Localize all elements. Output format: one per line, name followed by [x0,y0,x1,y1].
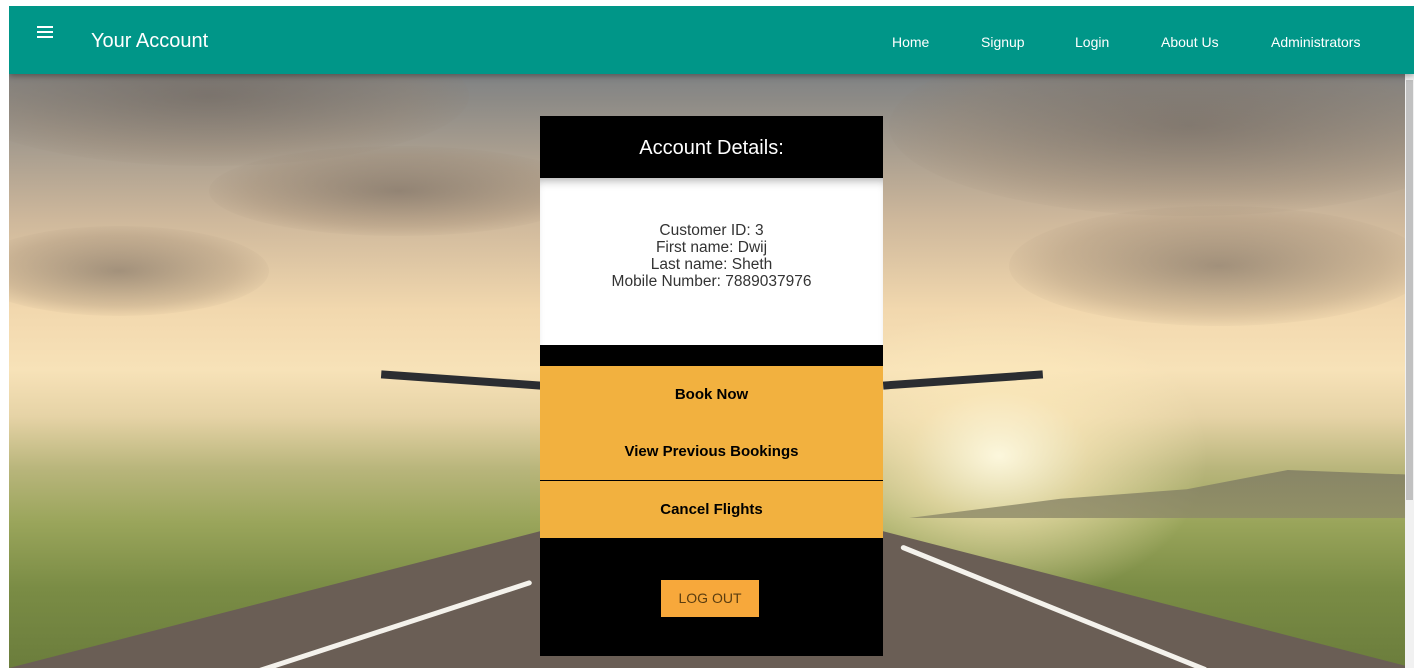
page-frame: Your Account Home Signup Login About Us … [9,6,1414,668]
nav-link-signup[interactable]: Signup [981,34,1025,50]
nav-link-about-us[interactable]: About Us [1161,34,1219,50]
hamburger-menu-icon[interactable] [37,26,53,38]
nav-link-home[interactable]: Home [892,34,929,50]
nav-link-login[interactable]: Login [1075,34,1109,50]
account-details-panel: Customer ID: 3 First name: Dwij Last nam… [540,178,883,345]
book-now-button[interactable]: Book Now [540,366,883,423]
view-previous-bookings-button[interactable]: View Previous Bookings [540,423,883,480]
nav-link-administrators[interactable]: Administrators [1271,34,1360,50]
customer-id-text: Customer ID: 3 [659,222,764,239]
page-scrollbar[interactable] [1405,68,1414,668]
cancel-flights-button[interactable]: Cancel Flights [540,481,883,538]
page-title: Your Account [91,30,209,52]
logout-button[interactable]: LOG OUT [661,580,759,617]
first-name-text: First name: Dwij [655,239,768,256]
account-details-heading: Account Details: [639,137,784,159]
mobile-number-text: Mobile Number: 7889037976 [611,273,812,290]
account-card: Account Details: Customer ID: 3 First na… [540,116,883,656]
scrollbar-thumb[interactable] [1406,80,1413,500]
top-navbar: Your Account Home Signup Login About Us … [9,6,1414,74]
last-name-text: Last name: Sheth [650,256,773,273]
